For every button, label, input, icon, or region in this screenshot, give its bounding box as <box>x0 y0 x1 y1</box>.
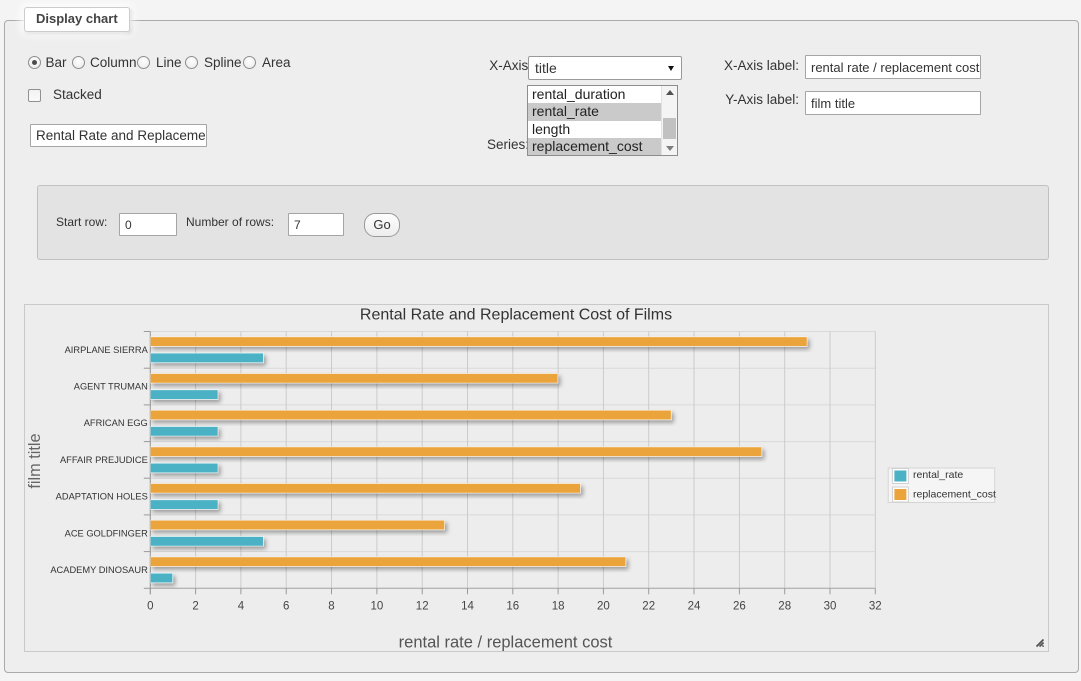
svg-text:8: 8 <box>328 601 334 613</box>
svg-text:replacement_cost: replacement_cost <box>913 488 996 500</box>
svg-text:ACE GOLDFINGER: ACE GOLDFINGER <box>65 528 148 538</box>
svg-text:AFRICAN EGG: AFRICAN EGG <box>84 418 148 428</box>
svg-text:2: 2 <box>192 601 198 613</box>
svg-text:ACADEMY DINOSAUR: ACADEMY DINOSAUR <box>50 565 148 575</box>
svg-text:20: 20 <box>597 601 610 613</box>
svg-text:Rental Rate and Replacement Co: Rental Rate and Replacement Cost of Film… <box>360 307 672 324</box>
svg-text:0: 0 <box>147 601 153 613</box>
svg-text:6: 6 <box>283 601 289 613</box>
svg-text:AFFAIR PREJUDICE: AFFAIR PREJUDICE <box>60 455 148 465</box>
svg-text:18: 18 <box>552 601 565 613</box>
svg-text:14: 14 <box>461 601 474 613</box>
svg-text:AIRPLANE SIERRA: AIRPLANE SIERRA <box>65 345 149 355</box>
svg-text:rental_rate: rental_rate <box>913 469 963 481</box>
svg-text:28: 28 <box>778 601 791 613</box>
svg-text:10: 10 <box>371 601 384 613</box>
svg-text:30: 30 <box>824 601 837 613</box>
svg-text:24: 24 <box>688 601 701 613</box>
svg-text:film title: film title <box>26 433 44 488</box>
svg-text:rental rate / replacement cost: rental rate / replacement cost <box>399 634 613 652</box>
svg-text:26: 26 <box>733 601 746 613</box>
svg-text:4: 4 <box>238 601 245 613</box>
svg-text:16: 16 <box>506 601 519 613</box>
svg-text:12: 12 <box>416 601 429 613</box>
svg-text:32: 32 <box>869 601 882 613</box>
svg-text:22: 22 <box>642 601 655 613</box>
svg-text:AGENT TRUMAN: AGENT TRUMAN <box>74 382 148 392</box>
svg-text:ADAPTATION HOLES: ADAPTATION HOLES <box>56 492 148 502</box>
